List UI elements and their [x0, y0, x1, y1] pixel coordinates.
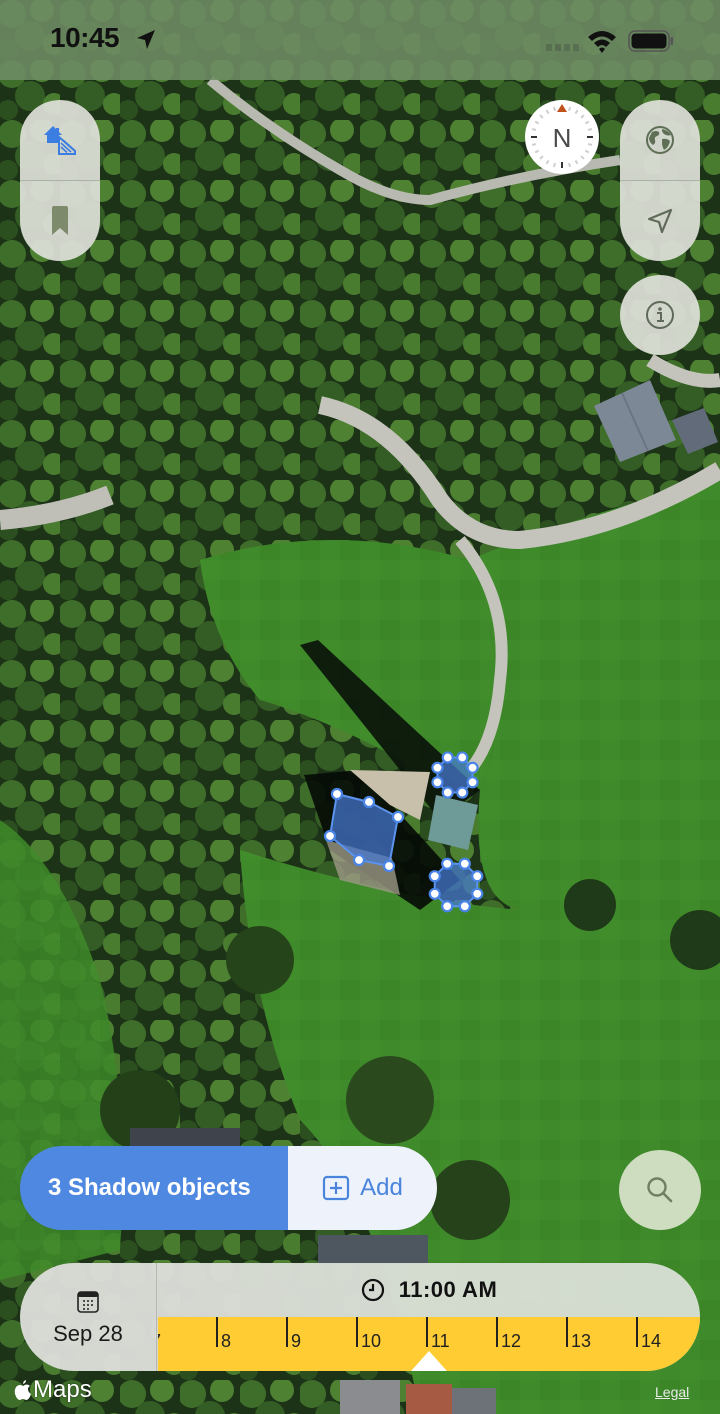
ruler-hour-label: 14: [641, 1331, 662, 1351]
compass[interactable]: N: [525, 100, 599, 174]
date-picker-button[interactable]: Sep 28: [20, 1263, 157, 1371]
location-arrow-icon: [647, 208, 673, 234]
vertex-handle[interactable]: [456, 786, 469, 799]
vertex-handle[interactable]: [441, 786, 454, 799]
apple-maps-logo: Maps: [14, 1376, 92, 1404]
bookmarks-button[interactable]: [20, 181, 100, 261]
time-display: 11:00 AM: [158, 1263, 700, 1317]
info-icon: [646, 301, 674, 329]
ruler-hour-label: 7: [158, 1331, 161, 1352]
search-icon: [647, 1177, 673, 1203]
shadow-objects-count-button[interactable]: 3 Shadow objects: [20, 1146, 288, 1230]
ruler-tick: [216, 1317, 218, 1347]
plus-square-icon: [323, 1175, 350, 1201]
right-control-group: [620, 100, 700, 261]
vertex-handle[interactable]: [471, 870, 484, 883]
compass-north-label: N: [552, 122, 572, 153]
add-label: Add: [360, 1174, 403, 1201]
vertex-handle[interactable]: [352, 853, 366, 867]
map-type-button[interactable]: [620, 100, 700, 180]
battery-icon: [628, 30, 673, 52]
apple-logo-icon: [14, 1380, 31, 1400]
vertex-handle[interactable]: [362, 795, 376, 809]
location-arrow-icon: [137, 30, 155, 49]
ruler-hour-label: 10: [361, 1331, 382, 1351]
vertex-handle[interactable]: [466, 776, 479, 789]
ruler-tick: [496, 1317, 498, 1347]
ruler-tick: [636, 1317, 638, 1347]
vertex-handle[interactable]: [382, 859, 396, 873]
shadow-objects-bar: 3 Shadow objects Add: [20, 1146, 437, 1230]
vertex-handle[interactable]: [431, 776, 444, 789]
vertex-handle[interactable]: [471, 887, 484, 900]
calendar-icon: [77, 1291, 99, 1313]
wifi-icon: [588, 31, 616, 53]
vertex-handle[interactable]: [428, 887, 441, 900]
bookmark-icon: [52, 206, 68, 235]
status-time: 10:45: [50, 22, 120, 53]
vertex-handle[interactable]: [441, 900, 454, 913]
time-slider-indicator: [411, 1351, 447, 1371]
left-control-group: [20, 100, 100, 261]
vertex-handle[interactable]: [466, 761, 479, 774]
time-label: 11:00 AM: [398, 1277, 498, 1302]
vertex-handle[interactable]: [458, 857, 471, 870]
house-shadow-icon: [44, 126, 76, 155]
vertex-handle[interactable]: [330, 787, 344, 801]
status-bar: 10:45: [0, 0, 720, 80]
vertex-handle[interactable]: [456, 751, 469, 764]
clock-icon: [361, 1278, 384, 1302]
ruler-tick: [566, 1317, 568, 1347]
cellular-signal-icon: [546, 44, 579, 51]
shadow-object-2[interactable]: [436, 756, 474, 794]
vertex-handle[interactable]: [441, 751, 454, 764]
add-shadow-object-button[interactable]: Add: [288, 1146, 437, 1230]
info-button[interactable]: [620, 275, 700, 355]
vertex-handle[interactable]: [441, 857, 454, 870]
time-bar: Sep 28 11:00 AM 7 8 9 10 11 12 13 14: [20, 1263, 700, 1371]
vertex-handle[interactable]: [458, 900, 471, 913]
ruler-tick: [286, 1317, 288, 1347]
ruler-tick: [356, 1317, 358, 1347]
vertex-handle[interactable]: [323, 829, 337, 843]
shadow-mode-button[interactable]: [20, 100, 100, 180]
ruler-hour-label: 8: [221, 1331, 232, 1351]
ruler-hour-label: 11: [431, 1331, 450, 1351]
vertex-handle[interactable]: [428, 870, 441, 883]
search-button[interactable]: [619, 1150, 701, 1230]
vertex-handle[interactable]: [431, 761, 444, 774]
ruler-hour-label: 9: [291, 1331, 302, 1351]
ruler-tick: [426, 1317, 428, 1347]
globe-icon: [646, 126, 674, 154]
vertex-handle[interactable]: [391, 810, 405, 824]
legal-link[interactable]: Legal: [655, 1384, 689, 1400]
current-location-button[interactable]: [620, 181, 700, 261]
shadow-object-3[interactable]: [433, 862, 479, 908]
maps-label: Maps: [33, 1376, 92, 1403]
ruler-hour-label: 12: [501, 1331, 522, 1351]
date-label: Sep 28: [53, 1321, 123, 1346]
shadow-objects-count-label: 3 Shadow objects: [48, 1174, 251, 1201]
ruler-hour-label: 13: [571, 1331, 592, 1351]
